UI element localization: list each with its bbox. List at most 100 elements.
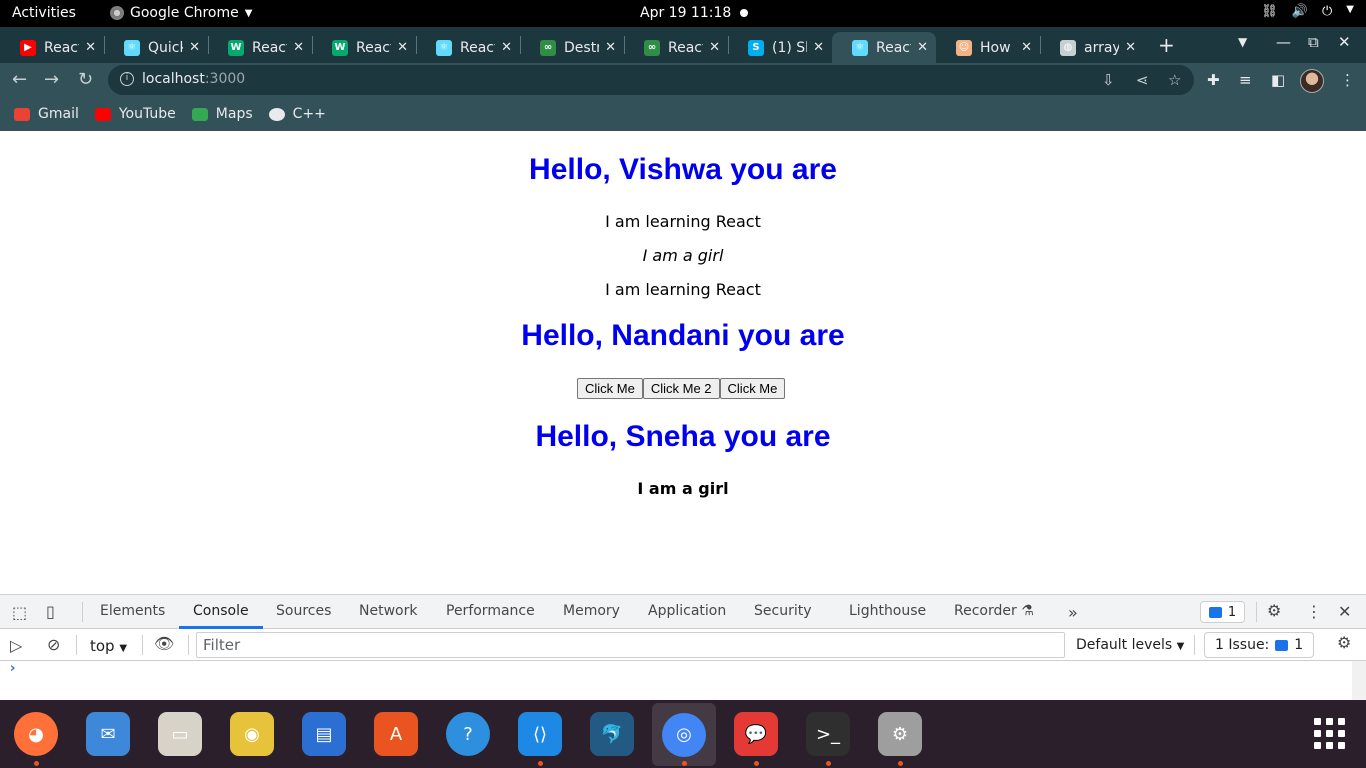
live-expression-eye-icon[interactable]: 👁 (154, 634, 174, 653)
close-devtools-icon[interactable]: ✕ (1338, 602, 1351, 621)
browser-tab[interactable]: ⚛ React ✕ (832, 32, 936, 63)
console-scrollbar[interactable] (1352, 661, 1366, 701)
browser-tab[interactable]: ◍ array. ✕ (1040, 32, 1144, 63)
devtools-tab-elements[interactable]: Elements (100, 603, 165, 619)
devtools-kebab-icon[interactable]: ⋮ (1306, 602, 1322, 621)
bookmark-gmail[interactable]: Gmail (14, 106, 79, 122)
clock[interactable]: Apr 19 11:18 (640, 5, 731, 21)
terminal-icon[interactable]: >_ (804, 710, 852, 766)
rhythmbox-icon[interactable]: ◉ (228, 710, 276, 758)
new-tab-button[interactable]: + (1158, 33, 1175, 57)
mysql-workbench-icon[interactable]: 🐬 (588, 710, 636, 758)
gmail-icon (14, 107, 30, 121)
chrome-icon[interactable]: ◎ (652, 703, 716, 766)
browser-tab[interactable]: ⚛ React ✕ (416, 32, 520, 63)
devtools-tab-security[interactable]: Security (754, 603, 812, 619)
help-icon[interactable]: ? (444, 710, 492, 758)
w3schools-icon: W (332, 39, 348, 56)
click-me-2-button[interactable]: Click Me 2 (642, 378, 720, 399)
tab-close-icon[interactable]: ✕ (293, 40, 304, 55)
close-window-icon[interactable]: ✕ (1338, 33, 1351, 51)
console-filter-input[interactable] (196, 632, 1065, 658)
site-info-icon[interactable]: i (120, 72, 134, 86)
browser-tab[interactable]: ▶ React ✕ (0, 32, 104, 63)
devtools-tab-recorder[interactable]: Recorder ⚗ (954, 603, 1034, 619)
tab-close-icon[interactable]: ✕ (605, 40, 616, 55)
tab-close-icon[interactable]: ✕ (501, 40, 512, 55)
context-selector[interactable]: top ▼ (90, 637, 127, 655)
tab-search-chevron-icon[interactable]: ▼ (1238, 35, 1247, 49)
system-tray[interactable]: ⛓ 🔊 ⏻ ▼ (1261, 4, 1354, 19)
devtools-tab-application[interactable]: Application (648, 603, 726, 619)
browser-tab[interactable]: S (1) Sk ✕ (728, 32, 832, 63)
tab-close-icon[interactable]: ✕ (813, 40, 824, 55)
forward-arrow-icon[interactable]: → (44, 69, 59, 90)
extensions-puzzle-icon[interactable]: ✚ (1207, 71, 1220, 89)
clear-console-icon[interactable]: ⊘ (47, 635, 60, 654)
maximize-icon[interactable]: ⧉ (1308, 33, 1319, 51)
globe-icon: ◍ (1060, 39, 1076, 56)
activities-button[interactable]: Activities (12, 5, 76, 21)
click-me-button-3[interactable]: Click Me (719, 378, 786, 399)
tab-close-icon[interactable]: ✕ (1125, 40, 1136, 55)
browser-tab[interactable]: W React ✕ (208, 32, 312, 63)
rhythmbox-glyph-icon: ◉ (230, 712, 274, 756)
bookmark-youtube[interactable]: YouTube (94, 106, 176, 122)
devtools-tab-network[interactable]: Network (359, 603, 417, 619)
browser-tab[interactable]: ∞ Destr ✕ (520, 32, 624, 63)
back-arrow-icon[interactable]: ← (12, 69, 27, 90)
tab-close-icon[interactable]: ✕ (85, 40, 96, 55)
vscode-icon[interactable]: ⟨⟩ (516, 710, 564, 766)
bookmark-c-[interactable]: C++ (268, 106, 326, 122)
issues-badge[interactable]: 1 (1200, 601, 1245, 623)
bookmark-star-icon[interactable]: ☆ (1168, 71, 1181, 89)
browser-tab[interactable]: ☺ How t ✕ (936, 32, 1040, 63)
chat-icon[interactable]: 💬 (732, 710, 780, 766)
issues-count-value: 1 (1294, 637, 1304, 653)
bookmark-label: YouTube (118, 106, 176, 122)
reload-icon[interactable]: ↻ (78, 69, 93, 90)
running-indicator-icon (754, 761, 759, 766)
browser-tab[interactable]: W React ✕ (312, 32, 416, 63)
libreoffice-writer-icon[interactable]: ▤ (300, 710, 348, 758)
tab-close-icon[interactable]: ✕ (917, 40, 928, 55)
minimize-icon[interactable]: — (1276, 33, 1291, 51)
share-icon[interactable]: ⋖ (1136, 71, 1149, 89)
address-bar[interactable]: i localhost:3000 ⇩ ⋖ ☆ (108, 65, 1194, 95)
settings-gear-icon[interactable]: ⚙ (1267, 601, 1281, 620)
app-menu[interactable]: Google Chrome ▼ (110, 5, 252, 21)
devtools-tab-sources[interactable]: Sources (276, 603, 331, 619)
side-panel-icon[interactable]: ◧ (1271, 71, 1285, 89)
media-control-icon[interactable]: ≡ (1239, 71, 1252, 89)
sidebar-toggle-icon[interactable]: ▷ (10, 636, 22, 655)
files-icon[interactable]: ▭ (156, 710, 204, 758)
more-tabs-chevron-icon[interactable]: » (1068, 603, 1078, 622)
console-output[interactable]: › (0, 661, 1366, 701)
firefox-icon[interactable]: ◕ (12, 710, 60, 766)
browser-tab[interactable]: ∞ React ✕ (624, 32, 728, 63)
tab-close-icon[interactable]: ✕ (397, 40, 408, 55)
log-levels-dropdown[interactable]: Default levels ▼ (1076, 637, 1184, 653)
devtools-tab-memory[interactable]: Memory (563, 603, 620, 619)
kebab-menu-icon[interactable]: ⋮ (1340, 71, 1355, 89)
tab-close-icon[interactable]: ✕ (709, 40, 720, 55)
devtools-tab-console[interactable]: Console (193, 603, 249, 619)
tab-close-icon[interactable]: ✕ (1021, 40, 1032, 55)
show-applications-icon[interactable] (1314, 718, 1345, 749)
devtools-tab-lighthouse[interactable]: Lighthouse (849, 603, 926, 619)
click-me-button[interactable]: Click Me (577, 378, 643, 399)
console-settings-gear-icon[interactable]: ⚙ (1337, 633, 1351, 652)
profile-avatar[interactable] (1300, 69, 1324, 93)
devtools-tab-performance[interactable]: Performance (446, 603, 535, 619)
install-app-icon[interactable]: ⇩ (1102, 71, 1115, 89)
tab-close-icon[interactable]: ✕ (189, 40, 200, 55)
inspect-element-icon[interactable]: ⬚ (12, 603, 27, 622)
browser-tab[interactable]: ⚛ Quick ✕ (104, 32, 208, 63)
device-toolbar-icon[interactable]: ▯ (46, 602, 55, 621)
software-icon[interactable]: A (372, 710, 420, 758)
settings-icon[interactable]: ⚙ (876, 710, 924, 766)
thunderbird-icon[interactable]: ✉ (84, 710, 132, 758)
issues-counter[interactable]: 1 Issue: 1 (1204, 632, 1315, 658)
bookmark-maps[interactable]: Maps (191, 106, 253, 122)
tab-title: Destr (564, 39, 600, 56)
